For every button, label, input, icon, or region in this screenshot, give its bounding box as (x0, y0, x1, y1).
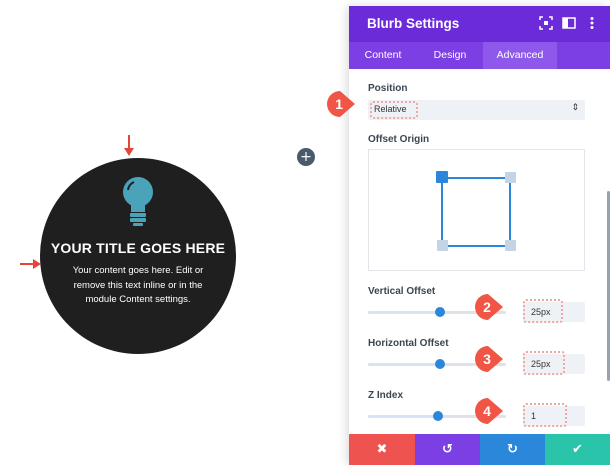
highlight-z-index (523, 403, 567, 427)
tab-advanced[interactable]: Advanced (483, 42, 557, 69)
vertical-offset-fill (368, 311, 440, 314)
horizontal-offset-knob[interactable] (435, 359, 445, 369)
advanced-settings: Position Relative ⇕ Offset Origin Vertic… (349, 69, 610, 434)
panel-header: Blurb Settings (349, 6, 610, 42)
blurb-body-text[interactable]: Your content goes here. Edit or remove t… (60, 264, 216, 308)
horizontal-offset-fill (368, 363, 440, 366)
expand-icon[interactable] (539, 16, 553, 30)
origin-bottom-right[interactable] (505, 240, 516, 251)
blurb-module[interactable]: YOUR TITLE GOES HERE Your content goes h… (40, 158, 236, 354)
undo-button[interactable]: ↺ (415, 434, 480, 465)
save-button[interactable]: ✔ (545, 434, 610, 465)
z-index-knob[interactable] (433, 411, 443, 421)
tab-content[interactable]: Content (349, 42, 417, 69)
origin-top-right[interactable] (505, 172, 516, 183)
badge-number: 3 (483, 351, 491, 367)
offset-origin-picker[interactable] (368, 149, 585, 271)
annotation-badge-1: 1 (326, 90, 356, 118)
redo-button[interactable]: ↻ (480, 434, 545, 465)
panel-footer: ✖ ↺ ↻ ✔ (349, 434, 610, 465)
annotation-badge-2: 2 (474, 293, 504, 321)
panel-title: Blurb Settings (367, 16, 460, 31)
add-module-button[interactable]: + (297, 148, 315, 166)
z-index-label: Z Index (368, 390, 404, 401)
badge-number: 1 (335, 96, 343, 112)
highlight-position (370, 101, 418, 119)
sidebar-toggle-icon[interactable] (562, 16, 576, 30)
offset-origin-diagram (436, 171, 516, 251)
origin-bottom-left[interactable] (437, 240, 448, 251)
annotation-badge-4: 4 (474, 397, 504, 425)
highlight-horizontal-offset (523, 351, 565, 375)
badge-number: 2 (483, 299, 491, 315)
cancel-button[interactable]: ✖ (349, 434, 415, 465)
highlight-vertical-offset (523, 299, 563, 323)
position-label: Position (368, 83, 408, 94)
z-index-fill (368, 415, 438, 418)
top-arrow-icon (124, 135, 134, 156)
origin-top-left[interactable] (436, 171, 448, 183)
vertical-offset-label: Vertical Offset (368, 286, 436, 297)
more-options-icon[interactable] (585, 16, 599, 30)
annotation-badge-3: 3 (474, 345, 504, 373)
left-arrow-icon (20, 259, 41, 269)
badge-number: 4 (483, 403, 491, 419)
blurb-title[interactable]: YOUR TITLE GOES HERE (40, 240, 236, 256)
settings-tabs: Content Design Advanced (349, 42, 610, 69)
builder-screen: YOUR TITLE GOES HERE Your content goes h… (0, 0, 610, 465)
vertical-offset-knob[interactable] (435, 307, 445, 317)
select-caret-icon: ⇕ (571, 103, 579, 113)
tab-design[interactable]: Design (417, 42, 483, 69)
lightbulb-icon (123, 177, 153, 226)
offset-origin-label: Offset Origin (368, 134, 430, 145)
horizontal-offset-label: Horizontal Offset (368, 338, 449, 349)
